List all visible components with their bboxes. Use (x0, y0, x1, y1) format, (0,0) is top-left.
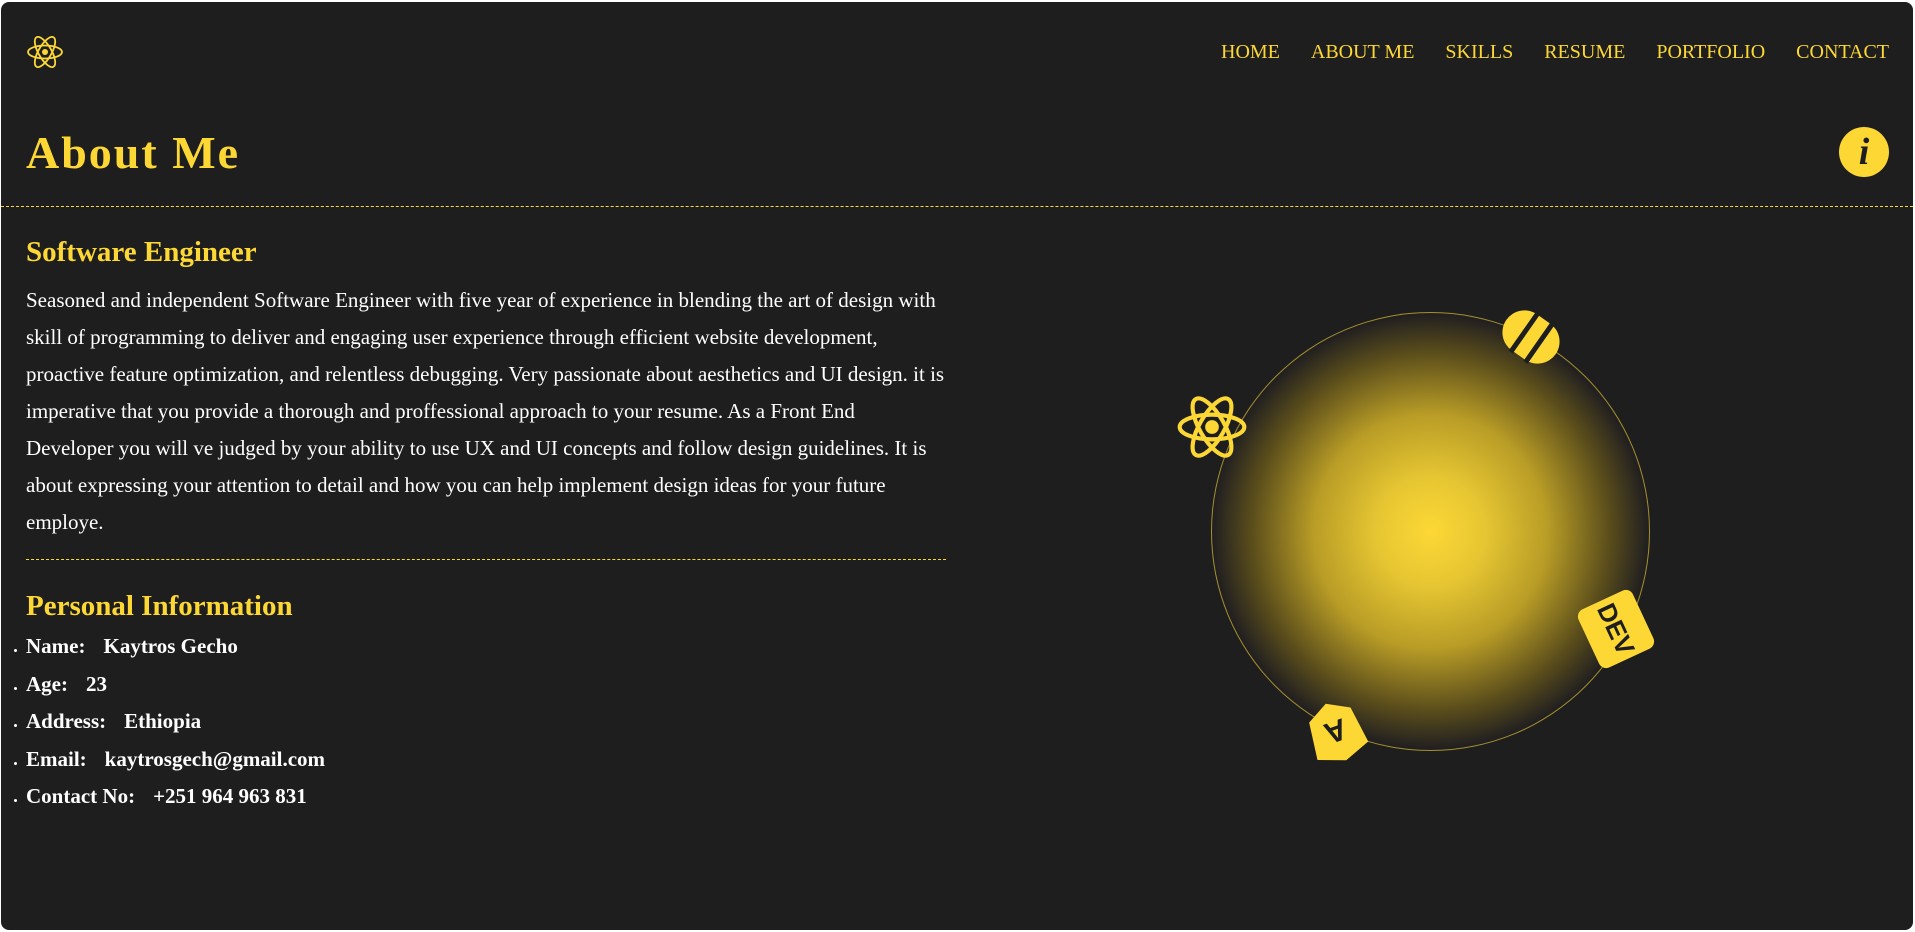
angular-icon: A (1309, 703, 1369, 761)
info-key: Age: (26, 671, 68, 696)
info-value: Ethiopia (124, 709, 202, 733)
bio-paragraph: Seasoned and independent Software Engine… (26, 288, 945, 534)
nav-skills[interactable]: SKILLS (1445, 38, 1513, 66)
header-divider (1, 206, 1913, 207)
nav-about-me[interactable]: ABOUT ME (1311, 38, 1415, 66)
info-key: Address: (26, 709, 107, 733)
dev-icon: DEV (1577, 589, 1655, 669)
page-frame: HOME ABOUT ME SKILLS RESUME PORTFOLIO CO… (1, 2, 1913, 930)
role-title: Software Engineer (26, 236, 257, 268)
page-title: About Me (26, 127, 241, 178)
info-value: +251 964 963 831 (153, 784, 307, 808)
nav-home[interactable]: HOME (1221, 38, 1280, 66)
info-icon[interactable]: i (1839, 127, 1889, 177)
info-value: kaytrosgech@gmail.com (104, 746, 326, 771)
list-item-name: Name: Kaytros Gecho (26, 628, 946, 666)
main-nav: HOME ABOUT ME SKILLS RESUME PORTFOLIO CO… (1221, 38, 1889, 66)
info-key: Contact No: (26, 784, 136, 808)
section-divider (26, 559, 946, 560)
info-value: Kaytros Gecho (103, 634, 238, 658)
glowing-orb (1211, 312, 1650, 751)
list-item-email: Email: kaytrosgech@gmail.com (26, 741, 946, 779)
database-icon (1502, 310, 1560, 364)
react-icon (1177, 396, 1247, 458)
skills-orbit-graphic: DEV A (1177, 292, 1666, 772)
list-item-contact-no: Contact No: +251 964 963 831 (26, 778, 946, 816)
list-item-age: Age: 23 (26, 666, 946, 704)
react-logo-icon[interactable] (25, 32, 65, 72)
nav-contact[interactable]: CONTACT (1796, 38, 1889, 66)
personal-info-list: Name: Kaytros Gecho Age: 23 Address: Ethiop… (26, 628, 946, 816)
info-value: 23 (85, 671, 107, 696)
info-key: Email: (26, 746, 87, 771)
list-item-address: Address: Ethiopia (26, 703, 946, 741)
about-content: Software Engineer Seasoned and independe… (26, 230, 946, 816)
personal-info-title: Personal Information (26, 590, 293, 622)
nav-resume[interactable]: RESUME (1544, 38, 1625, 66)
info-key: Name: (26, 634, 86, 658)
top-navbar: HOME ABOUT ME SKILLS RESUME PORTFOLIO CO… (1, 2, 1913, 102)
nav-portfolio[interactable]: PORTFOLIO (1656, 38, 1765, 66)
